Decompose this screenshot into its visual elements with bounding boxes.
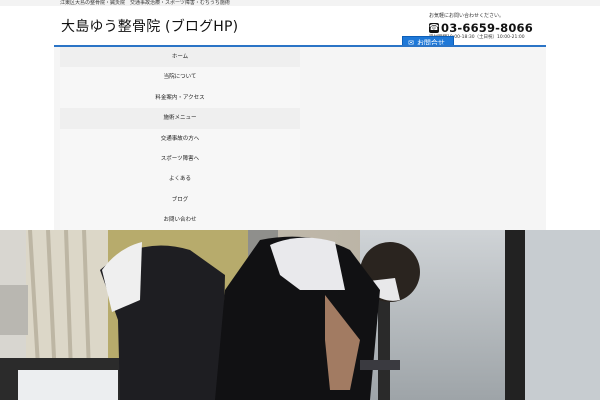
- nav-item-home[interactable]: ホーム: [60, 47, 300, 68]
- hero-image: [0, 230, 600, 400]
- header: 大島ゆう整骨院 (ブログHP) お気軽にお問い合わせください。 ☎ 03-665…: [54, 6, 546, 46]
- nav-item-about[interactable]: 当院について: [60, 67, 300, 88]
- page: 江東区大島の整骨院・鍼灸院 交通事故治療・スポーツ障害・むちうち施術 大島ゆう整…: [0, 0, 600, 400]
- nav-item-faq[interactable]: よくある: [60, 169, 300, 190]
- nav-item-blog[interactable]: ブログ: [60, 189, 300, 211]
- global-nav: ホーム 当院について 料金案内・アクセス 施術メニュー 交通事故の方へ スポーツ…: [60, 47, 300, 231]
- phone-icon: ☎: [429, 23, 439, 33]
- hero-photo: [0, 230, 600, 400]
- contact-caption: お気軽にお問い合わせください。: [429, 13, 505, 19]
- phone-number[interactable]: 03-6659-8066: [441, 21, 533, 35]
- nav-area: ホーム 当院について 料金案内・アクセス 施術メニュー 交通事故の方へ スポーツ…: [54, 47, 546, 231]
- nav-item-contact[interactable]: お問い合わせ: [60, 210, 300, 231]
- phone-row[interactable]: ☎ 03-6659-8066: [429, 21, 539, 35]
- site-title[interactable]: 大島ゆう整骨院 (ブログHP): [61, 16, 238, 36]
- nav-item-sports[interactable]: スポーツ障害へ: [60, 148, 300, 170]
- nav-item-menu[interactable]: 施術メニュー: [60, 108, 300, 129]
- nav-item-traffic-accident[interactable]: 交通事故の方へ: [60, 128, 300, 149]
- nav-item-price-access[interactable]: 料金案内・アクセス: [60, 87, 300, 109]
